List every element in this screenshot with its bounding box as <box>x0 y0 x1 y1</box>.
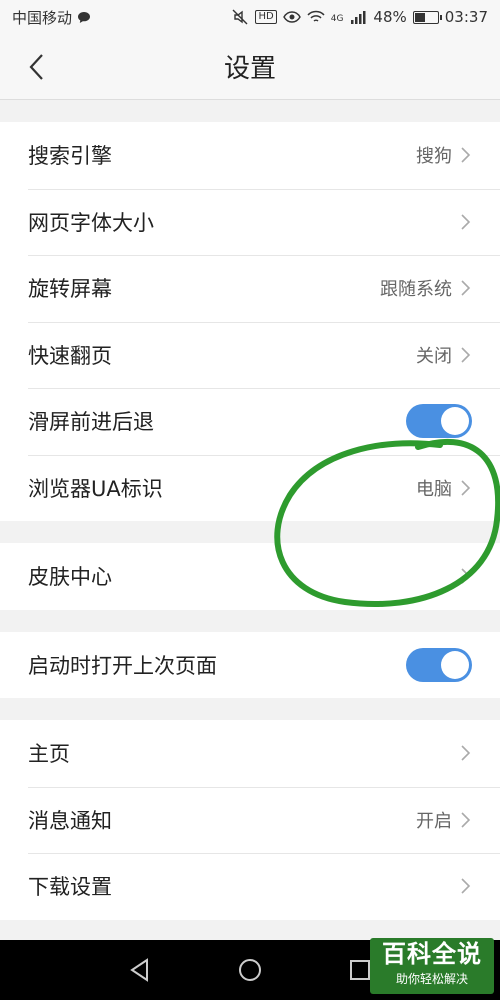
network-type-label: 4G <box>330 14 344 24</box>
setting-search-engine[interactable]: 搜索引擎 搜狗 <box>0 122 500 189</box>
chevron-right-icon <box>461 280 471 296</box>
chat-bubble-icon <box>75 9 93 25</box>
setting-value: 跟随系统 <box>380 279 452 301</box>
signal-icon <box>349 9 367 25</box>
clock: 03:37 <box>444 8 488 26</box>
chevron-right-icon <box>461 214 471 230</box>
battery-fill <box>414 12 425 22</box>
setting-label: 网页字体大小 <box>28 210 154 235</box>
setting-label: 滑屏前进后退 <box>28 410 154 435</box>
battery-icon <box>412 10 442 24</box>
section-gap <box>0 609 500 632</box>
mute-icon <box>231 9 249 25</box>
settings-list: 搜索引擎 搜狗 网页字体大小 旋转屏幕 跟随系统 快速翻页 关闭 滑屏前进后退 … <box>0 100 500 920</box>
chevron-right-icon <box>461 568 471 584</box>
chevron-right-icon <box>461 745 471 761</box>
setting-label: 皮肤中心 <box>28 565 112 590</box>
nav-back-icon[interactable] <box>125 955 155 985</box>
setting-label: 启动时打开上次页面 <box>28 653 217 678</box>
setting-homepage[interactable]: 主页 <box>0 720 500 787</box>
back-button[interactable] <box>22 52 52 82</box>
app-header: 设置 <box>0 34 500 100</box>
setting-font-size[interactable]: 网页字体大小 <box>0 188 500 255</box>
status-bar: 中国移动 HD 4G 48% 03:37 <box>0 0 500 34</box>
watermark-title: 百科全说 <box>382 940 482 968</box>
setting-label: 主页 <box>28 742 70 767</box>
toggle-knob <box>441 407 469 436</box>
chevron-right-icon <box>461 147 471 163</box>
section-gap <box>0 698 500 720</box>
page-title: 设置 <box>223 54 276 84</box>
section-gap <box>0 521 500 543</box>
eye-icon <box>282 9 301 25</box>
setting-value: 关闭 <box>416 345 452 367</box>
settings-group-skin: 皮肤中心 <box>0 543 500 610</box>
settings-group-startup: 启动时打开上次页面 <box>0 631 500 698</box>
setting-value: 搜狗 <box>416 146 452 168</box>
battery-percent: 48% <box>373 8 407 26</box>
section-gap <box>0 100 500 122</box>
setting-value: 开启 <box>416 810 452 832</box>
setting-quick-page-turn[interactable]: 快速翻页 关闭 <box>0 321 500 388</box>
wifi-icon <box>307 9 325 25</box>
chevron-right-icon <box>461 480 471 496</box>
setting-skin-center[interactable]: 皮肤中心 <box>0 543 500 610</box>
chevron-left-icon <box>29 54 43 80</box>
setting-label: 浏览器UA标识 <box>28 476 163 501</box>
setting-download[interactable]: 下载设置 <box>0 853 500 920</box>
watermark-subtitle: 助你轻松解决 <box>395 972 468 986</box>
setting-value: 电脑 <box>416 478 452 500</box>
setting-label: 旋转屏幕 <box>28 277 112 302</box>
setting-rotate-screen[interactable]: 旋转屏幕 跟随系统 <box>0 255 500 322</box>
setting-notifications[interactable]: 消息通知 开启 <box>0 786 500 853</box>
restore-last-page-toggle[interactable] <box>406 647 472 682</box>
setting-swipe-navigation: 滑屏前进后退 <box>0 388 500 455</box>
chevron-right-icon <box>461 347 471 363</box>
hd-badge: HD <box>255 10 277 24</box>
chevron-right-icon <box>461 812 471 828</box>
setting-label: 下载设置 <box>28 875 112 900</box>
setting-restore-last-page: 启动时打开上次页面 <box>0 631 500 698</box>
settings-group-browsing: 搜索引擎 搜狗 网页字体大小 旋转屏幕 跟随系统 快速翻页 关闭 滑屏前进后退 … <box>0 122 500 521</box>
setting-label: 快速翻页 <box>28 343 112 368</box>
watermark-logo: 百科全说 助你轻松解决 <box>370 938 494 994</box>
carrier-label: 中国移动 <box>12 8 73 27</box>
nav-home-icon[interactable] <box>235 955 265 985</box>
setting-label: 搜索引擎 <box>28 144 112 169</box>
chevron-right-icon <box>461 878 471 894</box>
setting-browser-ua[interactable]: 浏览器UA标识 电脑 <box>0 454 500 521</box>
swipe-navigation-toggle[interactable] <box>406 404 472 439</box>
setting-label: 消息通知 <box>28 808 112 833</box>
toggle-knob <box>441 650 469 679</box>
settings-group-general: 主页 消息通知 开启 下载设置 <box>0 720 500 920</box>
